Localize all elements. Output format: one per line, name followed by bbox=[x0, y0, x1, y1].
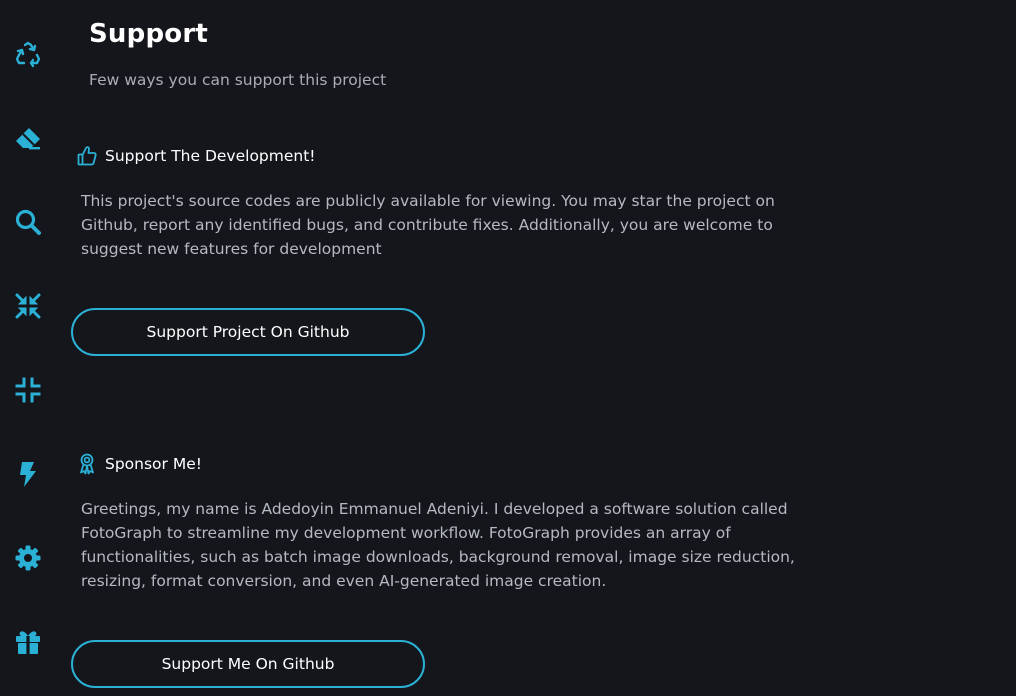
sidebar bbox=[0, 0, 56, 696]
search-icon bbox=[14, 208, 42, 236]
sidebar-item-minimize[interactable] bbox=[8, 370, 48, 410]
bolt-icon bbox=[14, 460, 42, 488]
section-heading: Support The Development! bbox=[77, 145, 316, 167]
section-body: Greetings, my name is Adedoyin Emmanuel … bbox=[81, 500, 795, 590]
section-heading-text: Sponsor Me! bbox=[105, 455, 202, 473]
support-project-button[interactable]: Support Project On Github bbox=[71, 308, 425, 356]
sidebar-item-eraser[interactable] bbox=[8, 118, 48, 158]
sponsor-button[interactable]: Support Me On Github bbox=[71, 640, 425, 688]
compress-arrows-icon bbox=[14, 292, 42, 320]
sidebar-item-support[interactable] bbox=[8, 622, 48, 662]
page-subtitle: Few ways you can support this project bbox=[89, 71, 387, 89]
gift-icon bbox=[14, 628, 42, 656]
gear-icon bbox=[14, 544, 42, 572]
sidebar-item-compress[interactable] bbox=[8, 286, 48, 326]
main-content: Support Few ways you can support this pr… bbox=[56, 0, 1016, 696]
award-ribbon-icon bbox=[77, 453, 97, 475]
page-title: Support bbox=[89, 19, 208, 49]
section-body: This project's source codes are publicly… bbox=[81, 192, 775, 258]
section-heading: Sponsor Me! bbox=[77, 453, 202, 475]
sidebar-item-search[interactable] bbox=[8, 202, 48, 242]
sidebar-item-settings[interactable] bbox=[8, 538, 48, 578]
recycle-icon bbox=[14, 40, 42, 68]
eraser-icon bbox=[14, 124, 42, 152]
sidebar-item-recycle[interactable] bbox=[8, 34, 48, 74]
section-heading-text: Support The Development! bbox=[105, 147, 316, 165]
app-window: Support Few ways you can support this pr… bbox=[0, 0, 1016, 696]
thumbs-up-icon bbox=[77, 145, 97, 167]
compress-icon bbox=[14, 376, 42, 404]
sidebar-item-bolt[interactable] bbox=[8, 454, 48, 494]
